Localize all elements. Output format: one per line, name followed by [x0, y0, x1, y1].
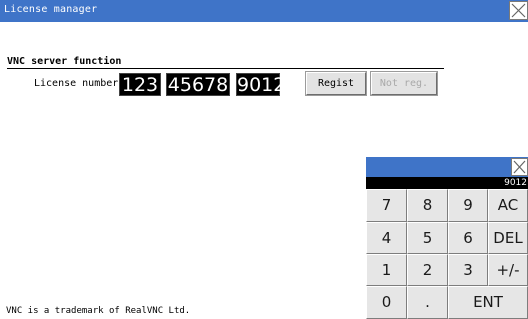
key-ac[interactable]: AC: [488, 189, 528, 222]
keypad-display: 9012: [366, 177, 528, 189]
not-reg-button[interactable]: Not reg.: [370, 71, 438, 96]
key-zero[interactable]: 0: [366, 286, 407, 319]
regist-button[interactable]: Regist: [305, 71, 367, 96]
section-divider: [7, 68, 444, 69]
key-eight[interactable]: 8: [407, 189, 448, 222]
key-plus-minus[interactable]: +/-: [488, 254, 528, 286]
close-icon[interactable]: [509, 1, 528, 20]
key-nine[interactable]: 9: [448, 189, 488, 222]
key-one[interactable]: 1: [366, 254, 407, 286]
license-number-label: License number: [34, 78, 119, 89]
key-three[interactable]: 3: [448, 254, 488, 286]
key-del[interactable]: DEL: [488, 222, 528, 254]
title-bar: License manager: [0, 0, 528, 22]
section-title: VNC server function: [7, 56, 122, 67]
window-title: License manager: [4, 4, 98, 15]
key-five[interactable]: 5: [407, 222, 448, 254]
license-field-3[interactable]: 9012: [236, 73, 285, 96]
keypad-title-bar: [366, 157, 528, 177]
key-dot[interactable]: .: [407, 286, 448, 319]
numeric-keypad: 9012 7 8 9 AC 4 5 6 DEL 1 2 3 +/- 0. ENT: [366, 157, 528, 319]
key-ent[interactable]: ENT: [448, 286, 528, 319]
keypad-close-icon[interactable]: [511, 158, 528, 176]
license-field-2[interactable]: 45678: [166, 73, 230, 96]
license-field-1[interactable]: 123: [119, 73, 161, 96]
key-two[interactable]: 2: [407, 254, 448, 286]
key-seven[interactable]: 7: [366, 189, 407, 222]
trademark-notice: VNC is a trademark of RealVNC Ltd.: [6, 306, 191, 316]
key-four[interactable]: 4: [366, 222, 407, 254]
key-six[interactable]: 6: [448, 222, 488, 254]
